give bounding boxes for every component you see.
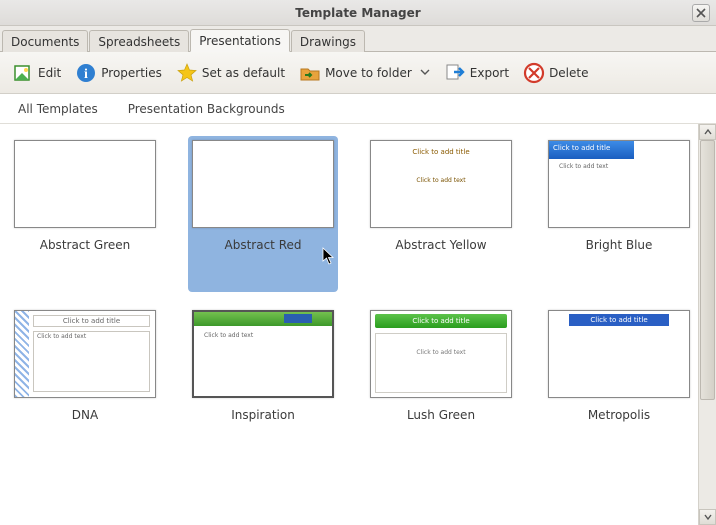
breadcrumb-root[interactable]: All Templates (18, 102, 98, 116)
template-abstract-red[interactable]: Click to add title Abstract Red (188, 136, 338, 292)
chevron-up-icon (704, 128, 712, 136)
set-default-button[interactable]: Set as default (176, 62, 285, 84)
scrollbar-track[interactable] (699, 140, 716, 509)
breadcrumb-folder[interactable]: Presentation Backgrounds (128, 102, 285, 116)
template-label: Abstract Red (225, 238, 302, 252)
export-button[interactable]: Export (444, 62, 509, 84)
edit-button[interactable]: Edit (12, 62, 61, 84)
info-icon: i (75, 62, 97, 84)
template-lush-green[interactable]: Click to add title Click to add text Lus… (366, 306, 516, 426)
properties-label: Properties (101, 66, 162, 80)
edit-label: Edit (38, 66, 61, 80)
move-to-folder-button[interactable]: Move to folder (299, 62, 430, 84)
svg-text:i: i (84, 67, 88, 82)
breadcrumb: All Templates Presentation Backgrounds (0, 94, 716, 124)
scroll-down-button[interactable] (699, 509, 716, 525)
template-abstract-green[interactable]: Click to add title Abstract Green (10, 136, 160, 292)
tab-spreadsheets[interactable]: Spreadsheets (89, 30, 189, 52)
template-grid: Click to add title Abstract Green Click … (0, 124, 698, 525)
template-abstract-yellow[interactable]: Click to add title Click to add text Abs… (366, 136, 516, 292)
template-label: Lush Green (407, 408, 475, 422)
scroll-up-button[interactable] (699, 124, 716, 140)
delete-icon (523, 62, 545, 84)
chevron-down-icon (420, 66, 430, 80)
thumb-metropolis: Click to add title Click to add text (548, 310, 690, 398)
template-label: Abstract Green (40, 238, 131, 252)
delete-label: Delete (549, 66, 588, 80)
template-dna[interactable]: Click to add title Click to add text DNA (10, 306, 160, 426)
template-label: Abstract Yellow (395, 238, 486, 252)
thumb-bright-blue: Click to add title Click to add text (548, 140, 690, 228)
export-icon (444, 62, 466, 84)
thumb-dna: Click to add title Click to add text (14, 310, 156, 398)
export-label: Export (470, 66, 509, 80)
thumb-inspiration: Click to add text (192, 310, 334, 398)
template-bright-blue[interactable]: Click to add title Click to add text Bri… (544, 136, 694, 292)
close-icon (696, 8, 706, 18)
template-label: Inspiration (231, 408, 295, 422)
template-label: DNA (72, 408, 98, 422)
delete-button[interactable]: Delete (523, 62, 588, 84)
template-label: Bright Blue (586, 238, 653, 252)
folder-move-icon (299, 62, 321, 84)
thumb-abstract-green: Click to add title (14, 140, 156, 228)
toolbar: Edit i Properties Set as default Move to… (0, 52, 716, 94)
close-button[interactable] (692, 4, 710, 22)
set-default-label: Set as default (202, 66, 285, 80)
scrollbar-thumb[interactable] (700, 140, 715, 400)
properties-button[interactable]: i Properties (75, 62, 162, 84)
tab-row: Documents Spreadsheets Presentations Dra… (0, 26, 716, 52)
template-label: Metropolis (588, 408, 650, 422)
window-title: Template Manager (295, 6, 420, 20)
edit-icon (12, 62, 34, 84)
thumb-abstract-yellow: Click to add title Click to add text (370, 140, 512, 228)
thumb-lush-green: Click to add title Click to add text (370, 310, 512, 398)
vertical-scrollbar[interactable] (698, 124, 716, 525)
content-area: Click to add title Abstract Green Click … (0, 124, 716, 525)
chevron-down-icon (704, 513, 712, 521)
move-label: Move to folder (325, 66, 412, 80)
tab-documents[interactable]: Documents (2, 30, 88, 52)
tab-presentations[interactable]: Presentations (190, 29, 290, 52)
title-bar: Template Manager (0, 0, 716, 26)
tab-drawings[interactable]: Drawings (291, 30, 365, 52)
template-inspiration[interactable]: Click to add text Inspiration (188, 306, 338, 426)
star-icon (176, 62, 198, 84)
template-metropolis[interactable]: Click to add title Click to add text Met… (544, 306, 694, 426)
thumb-abstract-red: Click to add title (192, 140, 334, 228)
